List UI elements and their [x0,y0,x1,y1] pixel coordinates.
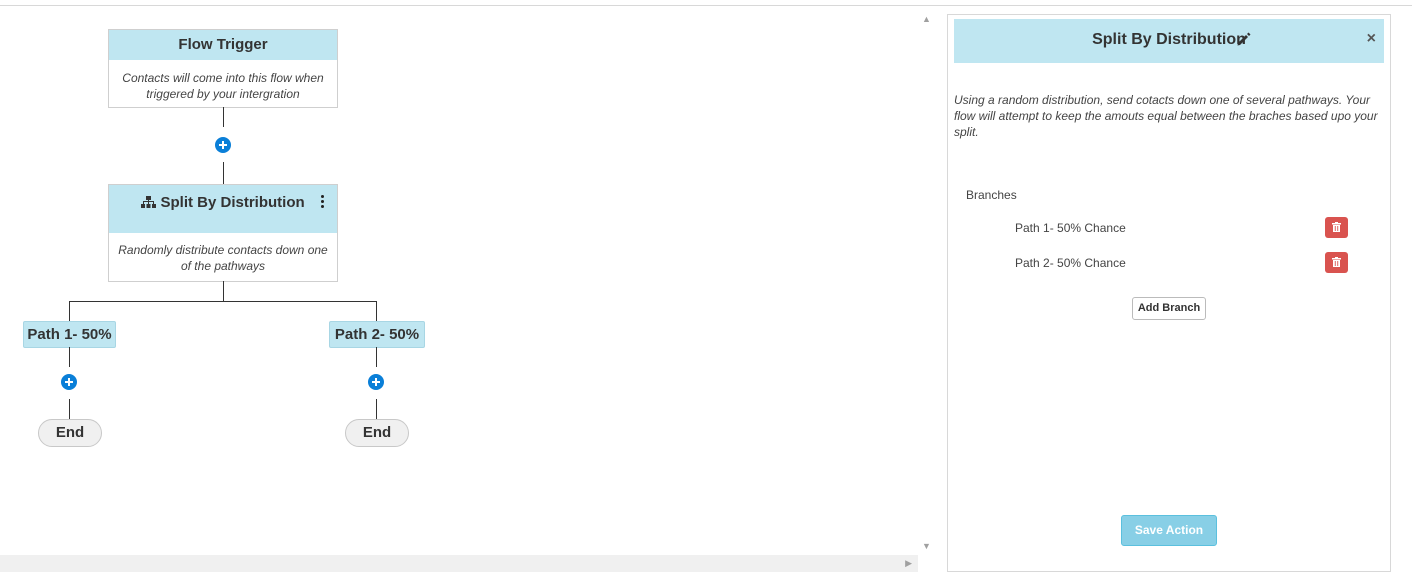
connector-line [223,107,224,127]
flow-canvas[interactable]: Flow Trigger Contacts will come into thi… [0,6,918,554]
flow-trigger-node[interactable]: Flow Trigger Contacts will come into thi… [108,29,338,108]
delete-branch-button[interactable] [1325,217,1348,238]
branch-connector [69,301,377,302]
delete-branch-button[interactable] [1325,252,1348,273]
add-step-icon[interactable] [368,374,384,390]
close-icon[interactable]: × [1367,30,1376,48]
scroll-right-icon[interactable]: ▶ [905,558,912,569]
connector-line [376,399,377,419]
more-options-icon[interactable] [321,195,324,210]
path-2-node[interactable]: Path 2- 50% [329,321,425,348]
connector-line [376,347,377,367]
add-step-icon[interactable] [61,374,77,390]
save-action-button[interactable]: Save Action [1121,515,1217,546]
connector-line [69,301,70,321]
branch-item: Path 2- 50% Chance [1015,256,1126,270]
flow-trigger-description: Contacts will come into this flow when t… [122,71,324,101]
branches-label: Branches [966,188,1017,202]
path-1-node[interactable]: Path 1- 50% [23,321,116,348]
split-node-description: Randomly distribute contacts down one of… [118,243,328,273]
add-branch-button[interactable]: Add Branch [1132,297,1206,320]
action-settings-panel: Split By Distribution × Using a random d… [947,14,1391,572]
scroll-down-icon[interactable]: ▼ [922,541,931,551]
flow-trigger-title: Flow Trigger [109,30,337,60]
connector-line [376,301,377,321]
panel-description: Using a random distribution, send cotact… [954,93,1378,139]
split-distribution-node[interactable]: Split By Distribution Randomly distribut… [108,184,338,282]
connector-line [69,399,70,419]
trash-icon [1332,222,1341,232]
horizontal-scrollbar[interactable]: ▶ [0,555,918,572]
connector-line [223,162,224,184]
split-node-header: Split By Distribution [109,185,337,233]
trash-icon [1332,257,1341,267]
sitemap-icon [141,196,157,208]
split-node-title: Split By Distribution [160,194,305,211]
panel-title: Split By Distribution [1092,31,1246,48]
pencil-icon[interactable] [1235,30,1253,48]
vertical-scrollbar[interactable]: ▲ ▼ [918,12,935,555]
panel-header: Split By Distribution × [954,19,1384,63]
end-node: End [345,419,409,447]
branch-item: Path 1- 50% Chance [1015,221,1126,235]
connector-line [69,347,70,367]
scroll-up-icon[interactable]: ▲ [922,14,931,24]
add-step-icon[interactable] [215,137,231,153]
end-node: End [38,419,102,447]
connector-line [223,281,224,301]
